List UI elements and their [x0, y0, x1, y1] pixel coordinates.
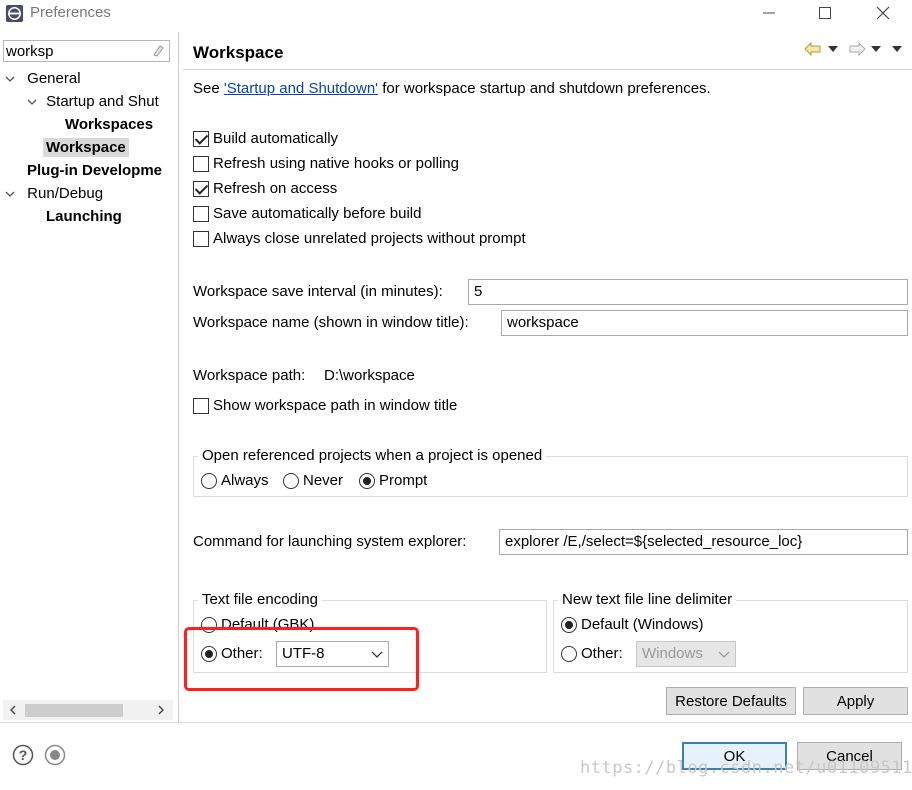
tree-item-startup-and-shutdown[interactable]: Startup and Shut [4, 90, 176, 113]
close-unrelated-projects-label: Always close unrelated projects without … [213, 230, 526, 247]
save-before-build-label: Save automatically before build [213, 205, 422, 222]
scrollbar-thumb[interactable] [25, 704, 123, 717]
window-title: Preferences [30, 4, 111, 21]
scroll-left-button[interactable] [3, 700, 23, 720]
startup-and-shutdown-link[interactable]: 'Startup and Shutdown' [224, 80, 378, 97]
page-title: Workspace [193, 43, 284, 62]
text-file-encoding-title: Text file encoding [198, 591, 322, 608]
delimiter-select-value: Windows [642, 645, 703, 662]
tree-item-label: Launching [46, 208, 122, 225]
delimiter-select: Windows [636, 641, 736, 667]
back-history-dropdown-icon[interactable] [828, 45, 838, 53]
maximize-icon [819, 7, 831, 19]
explorer-command-label: Command for launching system explorer: [193, 533, 467, 550]
delimiter-default-radio[interactable] [561, 617, 577, 633]
save-interval-label: Workspace save interval (in minutes): [193, 283, 443, 300]
chevron-down-icon[interactable] [26, 96, 38, 108]
open-ref-never-label: Never [303, 472, 344, 489]
tree-item-label: Workspaces [65, 116, 154, 133]
delimiter-other-label: Other: [581, 645, 623, 662]
clear-filter-icon[interactable] [151, 44, 165, 58]
startup-intro-text: See 'Startup and Shutdown' for workspace… [193, 80, 711, 97]
delimiter-default-label: Default (Windows) [581, 616, 704, 633]
tree-item-label: Run/Debug [27, 185, 104, 202]
show-path-in-title-checkbox[interactable] [193, 398, 209, 414]
intro-suffix: for workspace startup and shutdown prefe… [378, 80, 711, 97]
chevron-left-icon [10, 705, 16, 715]
workspace-path-value: D:\workspace [324, 367, 415, 384]
explorer-command-input[interactable]: explorer /E,/select=${selected_resource_… [499, 529, 908, 555]
watermark-text: https://blog.csdn.net/u011095110 [580, 758, 912, 778]
refresh-native-hooks-checkbox[interactable] [193, 156, 209, 172]
intro-prefix: See [193, 80, 224, 97]
chevron-down-icon [718, 651, 730, 658]
horizontal-scrollbar[interactable] [3, 700, 173, 720]
chevron-down-icon[interactable] [4, 73, 16, 85]
open-ref-always-label: Always [221, 472, 269, 489]
chevron-right-icon [158, 705, 164, 715]
close-window-button[interactable] [854, 0, 912, 26]
open-ref-prompt-label: Prompt [379, 472, 428, 489]
forward-arrow-icon[interactable] [848, 42, 866, 56]
back-arrow-icon[interactable] [804, 42, 822, 56]
workspace-name-label: Workspace name (shown in window title): [193, 314, 469, 331]
open-ref-prompt-radio[interactable] [359, 473, 375, 489]
minimize-button[interactable] [740, 0, 798, 26]
refresh-native-hooks-label: Refresh using native hooks or polling [213, 155, 459, 172]
annotation-highlight-box [184, 627, 419, 691]
show-path-in-title-label: Show workspace path in window title [213, 397, 458, 414]
close-icon [876, 6, 890, 20]
tree-item-label: Plug-in Developme [27, 162, 163, 179]
apply-button[interactable]: Apply [803, 687, 908, 715]
chevron-down-icon[interactable] [4, 188, 16, 200]
maximize-button[interactable] [796, 0, 854, 26]
tree-item-label: General [27, 70, 81, 87]
workspace-name-input[interactable]: workspace [501, 310, 908, 336]
footer-divider [0, 722, 912, 723]
restore-defaults-button[interactable]: Restore Defaults [666, 687, 796, 715]
refresh-on-access-checkbox[interactable] [193, 181, 209, 197]
delimiter-other-radio[interactable] [561, 646, 577, 662]
record-macro-icon[interactable] [44, 744, 66, 766]
tree-item-workspaces[interactable]: Workspaces [4, 113, 176, 136]
history-navigation [804, 40, 908, 60]
workspace-path-label: Workspace path: [193, 367, 306, 384]
tree-item-general[interactable]: General [4, 67, 176, 90]
header-divider [183, 69, 912, 70]
scroll-right-button[interactable] [151, 700, 171, 720]
tree-item-label-selected: Workspace [43, 138, 129, 157]
open-ref-never-radio[interactable] [283, 473, 299, 489]
help-icon[interactable]: ? [12, 744, 34, 766]
forward-history-dropdown-icon[interactable] [871, 45, 881, 53]
save-before-build-checkbox[interactable] [193, 206, 209, 222]
view-menu-icon[interactable] [892, 45, 902, 53]
title-bar: Preferences [0, 0, 912, 26]
save-interval-input[interactable]: 5 [468, 279, 908, 305]
line-delimiter-title: New text file line delimiter [558, 591, 737, 608]
filter-input[interactable] [3, 40, 170, 62]
tree-item-workspace[interactable]: Workspace [4, 136, 176, 159]
preferences-tree: General Startup and Shut Workspaces Work… [4, 67, 176, 228]
eclipse-app-icon [5, 4, 24, 23]
tree-item-plug-in-development[interactable]: Plug-in Developme [4, 159, 176, 182]
refresh-on-access-label: Refresh on access [213, 180, 338, 197]
open-referenced-projects-title: Open referenced projects when a project … [198, 447, 547, 464]
close-unrelated-projects-checkbox[interactable] [193, 231, 209, 247]
tree-item-launching[interactable]: Launching [4, 205, 176, 228]
tree-item-run-debug[interactable]: Run/Debug [4, 182, 176, 205]
tree-item-label: Startup and Shut [46, 93, 159, 110]
open-ref-always-radio[interactable] [201, 473, 217, 489]
build-automatically-label: Build automatically [213, 130, 339, 147]
svg-text:?: ? [19, 747, 28, 763]
minimize-icon [763, 12, 775, 14]
preferences-tree-pane: General Startup and Shut Workspaces Work… [0, 32, 179, 722]
build-automatically-checkbox[interactable] [193, 131, 209, 147]
